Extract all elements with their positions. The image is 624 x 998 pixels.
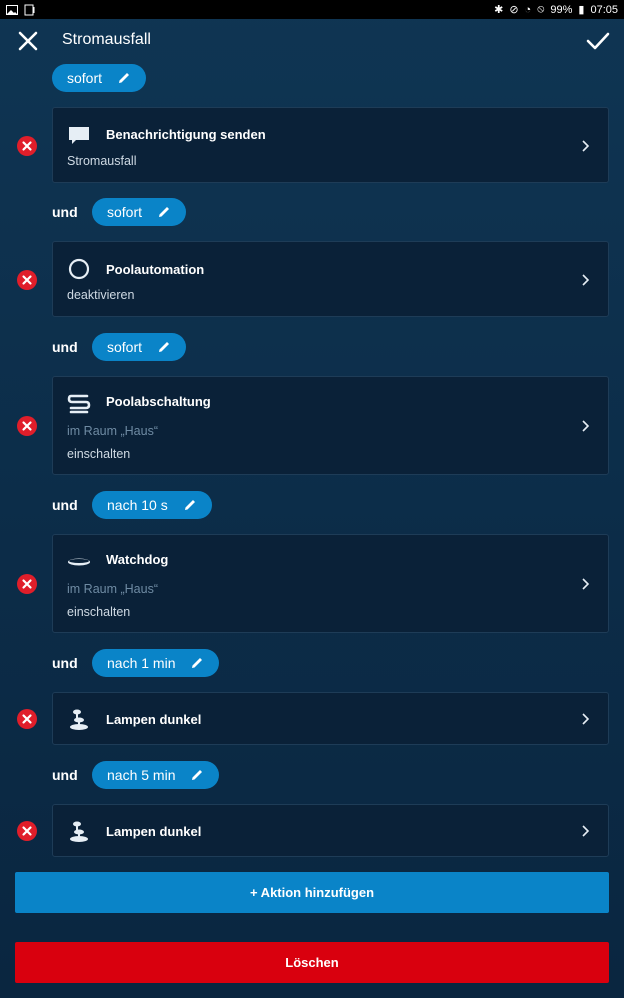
- action-title: Lampen dunkel: [106, 824, 202, 839]
- remove-action-button[interactable]: [16, 135, 38, 157]
- action-card[interactable]: Lampen dunkel: [52, 804, 609, 857]
- connector-label: und: [52, 339, 78, 355]
- action-card[interactable]: Watchdog im Raum „Haus“ einschalten: [52, 534, 609, 633]
- timing-row-4: und nach 1 min: [52, 649, 220, 677]
- remove-action-button[interactable]: [16, 415, 38, 437]
- action-title: Watchdog: [106, 552, 169, 567]
- pencil-icon: [184, 500, 195, 510]
- connector-label: und: [52, 767, 78, 783]
- clock: 07:05: [590, 3, 618, 16]
- action-card[interactable]: Lampen dunkel: [52, 692, 609, 745]
- action-title: Benachrichtigung senden: [106, 127, 266, 142]
- remove-action-button[interactable]: [16, 820, 38, 842]
- lamp-scene-icon: [70, 709, 88, 730]
- timing-pill[interactable]: nach 10 s: [92, 491, 212, 519]
- bluetooth-icon: ✱: [494, 4, 504, 16]
- chevron-right-icon: [582, 713, 590, 725]
- battery-icon: ▮: [578, 4, 585, 16]
- action-subtitle: einschalten: [67, 447, 131, 461]
- chevron-right-icon: [582, 578, 590, 590]
- timing-label: nach 10 s: [107, 497, 168, 513]
- timing-label: sofort: [67, 70, 103, 86]
- battery-level: 99%: [550, 3, 573, 16]
- timing-pill[interactable]: nach 1 min: [92, 649, 220, 677]
- remove-action-button[interactable]: [16, 708, 38, 730]
- status-bar: ✱ ⊘ ◔ ⦸ 99% ▮ 07:05: [0, 0, 624, 19]
- connector-label: und: [52, 204, 78, 220]
- chevron-right-icon: [582, 420, 590, 432]
- timing-row-1: und sofort: [52, 198, 187, 226]
- timing-pill[interactable]: sofort: [92, 198, 187, 226]
- timing-label: nach 1 min: [107, 655, 176, 671]
- smart-plug-icon: [67, 394, 91, 414]
- timing-row-3: und nach 10 s: [52, 491, 212, 519]
- timing-label: sofort: [107, 204, 143, 220]
- action-room: im Raum „Haus“: [67, 424, 158, 438]
- timing-row-5: und nach 5 min: [52, 761, 220, 789]
- pencil-icon: [119, 73, 130, 83]
- connector-label: und: [52, 497, 78, 513]
- action-card[interactable]: Benachrichtigung senden Stromausfall: [52, 107, 609, 183]
- dnd-icon: ⦸: [537, 3, 545, 15]
- action-title: Poolautomation: [106, 262, 205, 277]
- timing-row-0: sofort: [52, 64, 147, 92]
- timing-label: nach 5 min: [107, 767, 176, 783]
- timing-label: sofort: [107, 339, 143, 355]
- mute-icon: ⊘: [509, 4, 519, 16]
- remove-action-button[interactable]: [16, 573, 38, 595]
- pencil-icon: [159, 342, 170, 352]
- wifi-icon: ◔: [524, 3, 532, 16]
- volume-icon: [24, 4, 35, 15]
- action-subtitle: deaktivieren: [67, 288, 135, 302]
- action-card[interactable]: Poolautomation deaktivieren: [52, 241, 609, 317]
- chevron-right-icon: [582, 274, 590, 286]
- pencil-icon: [192, 658, 203, 668]
- action-card[interactable]: Poolabschaltung im Raum „Haus“ einschalt…: [52, 376, 609, 475]
- timing-pill[interactable]: sofort: [52, 64, 147, 92]
- timing-row-2: und sofort: [52, 333, 187, 361]
- action-subtitle: Stromausfall: [67, 154, 137, 168]
- pencil-icon: [192, 770, 203, 780]
- app-bar: Stromausfall: [0, 19, 624, 63]
- action-title: Lampen dunkel: [106, 712, 202, 727]
- action-title: Poolabschaltung: [106, 394, 211, 409]
- add-action-button[interactable]: + Aktion hinzufügen: [15, 872, 609, 913]
- lamp-scene-icon: [70, 821, 88, 842]
- circle-icon: [68, 258, 90, 280]
- confirm-icon[interactable]: [584, 27, 612, 55]
- timing-pill[interactable]: nach 5 min: [92, 761, 220, 789]
- delete-button[interactable]: Löschen: [15, 942, 609, 983]
- disc-device-icon: [68, 558, 90, 566]
- chevron-right-icon: [582, 825, 590, 837]
- gallery-icon: [6, 4, 18, 15]
- close-icon[interactable]: [14, 27, 42, 55]
- page-title: Stromausfall: [62, 31, 151, 48]
- pencil-icon: [159, 207, 170, 217]
- action-subtitle: einschalten: [67, 605, 131, 619]
- remove-action-button[interactable]: [16, 269, 38, 291]
- connector-label: und: [52, 655, 78, 671]
- chat-bubble-icon: [69, 127, 89, 144]
- chevron-right-icon: [582, 140, 590, 152]
- timing-pill[interactable]: sofort: [92, 333, 187, 361]
- action-room: im Raum „Haus“: [67, 582, 158, 596]
